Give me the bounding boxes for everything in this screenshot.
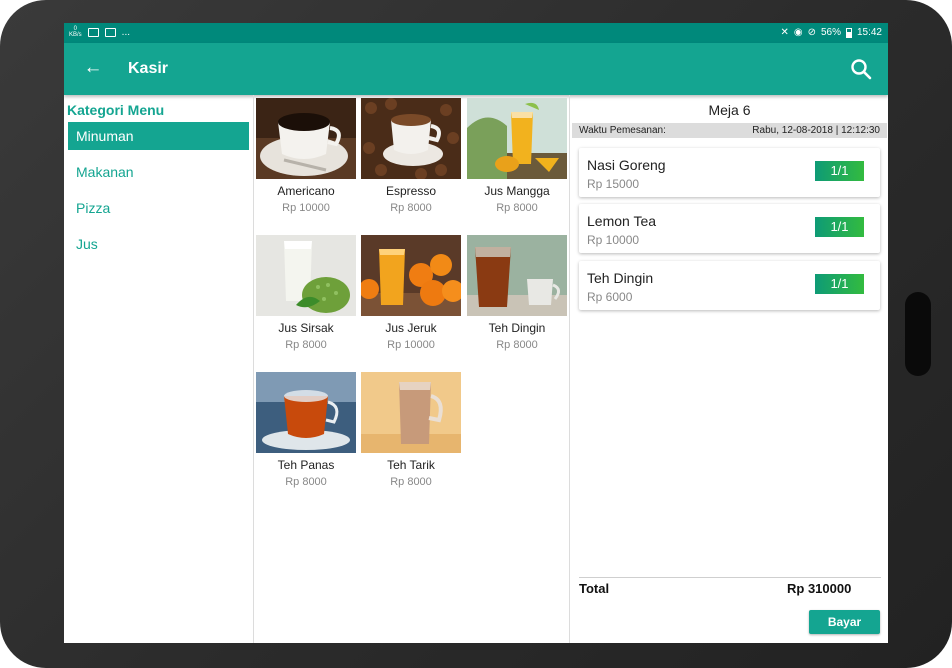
table-name: Meja 6 — [708, 102, 751, 118]
pay-button[interactable]: Bayar — [809, 610, 880, 634]
clock: 15:42 — [856, 27, 882, 38]
product-image-americano — [256, 98, 356, 179]
back-arrow-icon[interactable]: ← — [82, 57, 104, 79]
order-item-quantity-badge[interactable]: 1/1 — [815, 274, 864, 294]
battery-percent: 56% — [820, 27, 841, 38]
product-price: Rp 8000 — [390, 202, 432, 214]
status-bar-right: ✕ ◉ ⊘ 56% 15:42 — [780, 27, 882, 38]
product-price: Rp 8000 — [496, 339, 538, 351]
product-card-teh-dingin[interactable]: Teh Dingin Rp 8000 — [467, 232, 567, 358]
product-name: Jus Mangga — [484, 184, 550, 198]
product-name: Americano — [277, 184, 335, 198]
category-item-jus[interactable]: Jus — [68, 230, 249, 258]
more-notifications-indicator: ... — [121, 26, 131, 38]
order-item-price: Rp 6000 — [587, 290, 633, 304]
order-item-teh-dingin[interactable]: Teh Dingin Rp 6000 1/1 — [579, 261, 880, 310]
order-item-name: Lemon Tea — [587, 213, 657, 229]
product-card-americano[interactable]: Americano Rp 10000 — [256, 95, 356, 221]
category-title: Kategori Menu — [67, 102, 165, 118]
product-image-teh-tarik — [361, 372, 461, 453]
order-time-label: Waktu Pemesanan: — [579, 125, 666, 136]
search-icon[interactable] — [850, 58, 872, 80]
product-price: Rp 8000 — [285, 339, 327, 351]
product-name: Teh Dingin — [488, 321, 546, 335]
order-item-lemon-tea[interactable]: Lemon Tea Rp 10000 1/1 — [579, 204, 880, 253]
category-item-minuman[interactable]: Minuman — [68, 122, 249, 150]
category-panel: Kategori Menu Minuman Makanan Pizza Jus — [64, 95, 254, 643]
app-bar: ← Kasir — [64, 43, 888, 95]
app-title: Kasir — [128, 60, 169, 77]
order-item-nasi-goreng[interactable]: Nasi Goreng Rp 15000 1/1 — [579, 148, 880, 197]
product-image-jus-mangga — [467, 98, 567, 179]
product-price: Rp 8000 — [390, 476, 432, 488]
product-price: Rp 8000 — [285, 476, 327, 488]
product-name: Jus Sirsak — [278, 321, 334, 335]
total-value: Rp 310000 — [787, 581, 852, 596]
order-time-value: Rabu, 12-08-2018 | 12:12:30 — [752, 125, 880, 136]
total-divider — [579, 577, 881, 578]
order-panel: Meja 6 Waktu Pemesanan: Rabu, 12-08-2018… — [571, 95, 888, 643]
mute-icon: ✕ — [780, 26, 789, 38]
product-name: Jus Jeruk — [385, 321, 437, 335]
gallery-notification-icon — [87, 27, 99, 37]
product-card-jus-mangga[interactable]: Jus Mangga Rp 8000 — [467, 95, 567, 221]
status-bar-left: 0 KB/s ... — [69, 26, 130, 38]
product-card-teh-panas[interactable]: Teh Panas Rp 8000 — [256, 369, 356, 495]
order-item-name: Nasi Goreng — [587, 157, 666, 173]
net-speed-indicator: 0 KB/s — [69, 26, 82, 38]
product-grid: Americano Rp 10000 Espresso Rp 8000 Jus … — [255, 95, 570, 643]
order-item-name: Teh Dingin — [587, 270, 654, 286]
product-card-jus-jeruk[interactable]: Jus Jeruk Rp 10000 — [361, 232, 461, 358]
product-name: Teh Tarik — [387, 458, 435, 472]
category-item-pizza[interactable]: Pizza — [68, 194, 249, 222]
product-image-jus-sirsak — [256, 235, 356, 316]
order-time-bar: Waktu Pemesanan: Rabu, 12-08-2018 | 12:1… — [572, 123, 887, 138]
product-image-espresso — [361, 98, 461, 179]
product-image-teh-panas — [256, 372, 356, 453]
status-bar: 0 KB/s ... ✕ ◉ ⊘ 56% 15:42 — [64, 23, 888, 43]
order-item-quantity-badge[interactable]: 1/1 — [815, 161, 864, 181]
product-name: Espresso — [385, 184, 437, 198]
product-price: Rp 10000 — [282, 202, 330, 214]
order-item-price: Rp 15000 — [587, 177, 640, 191]
product-image-teh-dingin — [467, 235, 567, 316]
tablet-side-button — [905, 292, 931, 376]
category-item-makanan[interactable]: Makanan — [68, 158, 249, 186]
net-speed-unit: KB/s — [69, 32, 82, 38]
product-price: Rp 10000 — [387, 339, 435, 351]
product-price: Rp 8000 — [496, 202, 538, 214]
total-label: Total — [579, 581, 610, 596]
app-screen: 0 KB/s ... ✕ ◉ ⊘ 56% 15:42 ← Kasir Kateg… — [64, 23, 888, 643]
product-image-jus-jeruk — [361, 235, 461, 316]
battery-icon — [845, 27, 852, 38]
order-item-price: Rp 10000 — [587, 233, 640, 247]
product-card-espresso[interactable]: Espresso Rp 8000 — [361, 95, 461, 221]
wifi-notification-icon — [104, 27, 116, 37]
alarm-icon: ◉ — [793, 26, 803, 38]
product-card-jus-sirsak[interactable]: Jus Sirsak Rp 8000 — [256, 232, 356, 358]
product-card-teh-tarik[interactable]: Teh Tarik Rp 8000 — [361, 369, 461, 495]
order-item-quantity-badge[interactable]: 1/1 — [815, 217, 864, 237]
product-name: Teh Panas — [277, 458, 335, 472]
do-not-disturb-icon: ⊘ — [807, 26, 816, 38]
